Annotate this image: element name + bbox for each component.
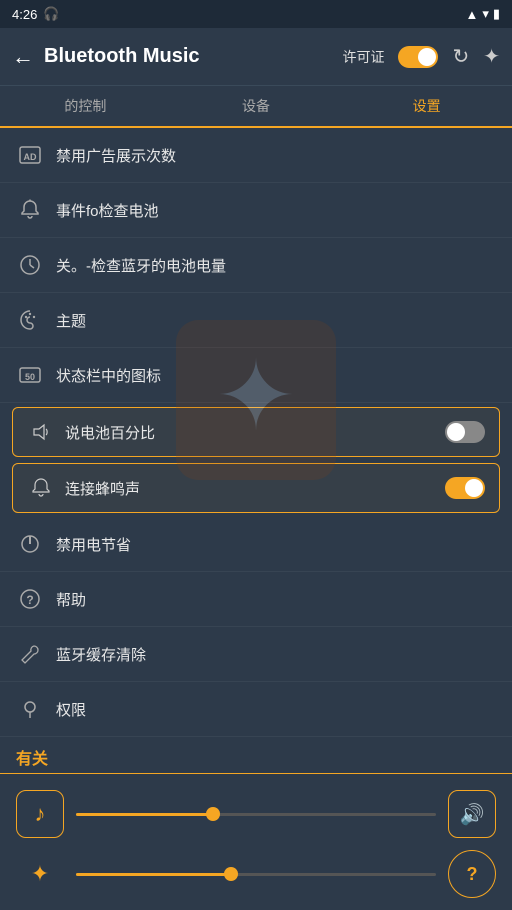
top-right-controls: 许可证 ↻ ✦ bbox=[342, 44, 500, 69]
speaker-icon bbox=[27, 418, 55, 446]
about-section: 有关 4.2版 开发magdelphi bbox=[0, 737, 512, 773]
statusbar-icon: 50 bbox=[16, 361, 44, 389]
setting-item-permissions[interactable]: 权限 bbox=[0, 682, 512, 737]
bluetooth-thumb[interactable] bbox=[224, 867, 238, 881]
ad-icon: AD bbox=[16, 141, 44, 169]
volume-icon: 🔊 bbox=[460, 802, 485, 827]
music-note-icon: ♪ bbox=[35, 801, 46, 827]
bluetooth-header-icon[interactable]: ✦ bbox=[483, 44, 500, 69]
headphone-icon: 🎧 bbox=[43, 6, 59, 22]
svg-text:?: ? bbox=[26, 593, 33, 607]
setting-text-power-save: 禁用电节省 bbox=[56, 534, 496, 555]
setting-text-permissions: 权限 bbox=[56, 699, 496, 720]
help-circle-icon: ? bbox=[467, 864, 478, 885]
svg-text:AD: AD bbox=[24, 152, 37, 162]
setting-item-battery[interactable]: 关。-检查蓝牙的电池电量 bbox=[0, 238, 512, 293]
battery-icon: ▮ bbox=[493, 6, 500, 22]
setting-text-cache: 蓝牙缓存清除 bbox=[56, 644, 496, 665]
status-bar: 4:26 🎧 ▲ ▾ ▮ bbox=[0, 0, 512, 28]
music-note-button[interactable]: ♪ bbox=[16, 790, 64, 838]
setting-item-ads[interactable]: AD 禁用广告展示次数 bbox=[0, 128, 512, 183]
wrench-icon bbox=[16, 640, 44, 668]
setting-item-theme[interactable]: 主题 bbox=[0, 293, 512, 348]
setting-item-event[interactable]: 事件fo检查电池 bbox=[0, 183, 512, 238]
bottom-player: ♪ 🔊 ✦ ? bbox=[0, 773, 512, 910]
setting-text-ads: 禁用广告展示次数 bbox=[56, 145, 496, 166]
volume-row: ♪ 🔊 bbox=[16, 790, 496, 838]
tab-devices[interactable]: 设备 bbox=[171, 86, 342, 126]
volume-fill bbox=[76, 813, 213, 816]
clock-icon bbox=[16, 251, 44, 279]
help-button[interactable]: ? bbox=[448, 850, 496, 898]
toggle-label-battery-pct: 说电池百分比 bbox=[65, 422, 445, 443]
back-button[interactable]: ← bbox=[12, 44, 34, 70]
bluetooth-fill bbox=[76, 873, 231, 876]
tab-settings[interactable]: 设置 bbox=[341, 86, 512, 126]
tab-controls[interactable]: 的控制 bbox=[0, 86, 171, 126]
help-icon: ? bbox=[16, 585, 44, 613]
palette-icon bbox=[16, 306, 44, 334]
setting-text-help: 帮助 bbox=[56, 589, 496, 610]
top-bar: ← Bluetooth Music 许可证 ↻ ✦ bbox=[0, 28, 512, 86]
power-icon bbox=[16, 530, 44, 558]
toggle-row-battery-pct: 说电池百分比 bbox=[12, 407, 500, 457]
toggle-connect-beep[interactable] bbox=[445, 477, 485, 499]
toggle-row-connect-beep: 连接蜂鸣声 bbox=[12, 463, 500, 513]
license-toggle[interactable] bbox=[398, 46, 438, 68]
volume-track bbox=[76, 813, 436, 816]
setting-item-power-save[interactable]: 禁用电节省 bbox=[0, 517, 512, 572]
volume-button[interactable]: 🔊 bbox=[448, 790, 496, 838]
toggle-battery-pct[interactable] bbox=[445, 421, 485, 443]
bluetooth-player-icon: ✦ bbox=[16, 850, 64, 898]
page-title: Bluetooth Music bbox=[44, 45, 332, 68]
setting-text-theme: 主题 bbox=[56, 310, 496, 331]
setting-item-cache[interactable]: 蓝牙缓存清除 bbox=[0, 627, 512, 682]
license-label: 许可证 bbox=[342, 47, 384, 67]
refresh-icon[interactable]: ↻ bbox=[452, 44, 469, 69]
bell2-icon bbox=[27, 474, 55, 502]
setting-item-statusbar[interactable]: 50 状态栏中的图标 bbox=[0, 348, 512, 403]
wifi-icon: ▾ bbox=[482, 6, 489, 22]
volume-thumb[interactable] bbox=[206, 807, 220, 821]
pin-icon bbox=[16, 695, 44, 723]
setting-text-statusbar: 状态栏中的图标 bbox=[56, 365, 496, 386]
tab-bar: 的控制 设备 设置 bbox=[0, 86, 512, 128]
status-time: 4:26 bbox=[12, 7, 37, 22]
setting-item-help[interactable]: ? 帮助 bbox=[0, 572, 512, 627]
bluetooth-track bbox=[76, 873, 436, 876]
about-title: 有关 bbox=[16, 745, 496, 769]
setting-text-event: 事件fo检查电池 bbox=[56, 200, 496, 221]
signal-icon: ▲ bbox=[465, 7, 478, 22]
volume-slider-container[interactable] bbox=[76, 813, 436, 816]
status-icons: ▲ ▾ ▮ bbox=[465, 6, 500, 22]
svg-text:50: 50 bbox=[25, 372, 35, 382]
bluetooth-row: ✦ ? bbox=[16, 850, 496, 898]
settings-list: AD 禁用广告展示次数 事件fo检查电池 关。-检查蓝牙的电池电量 bbox=[0, 128, 512, 773]
bell-icon bbox=[16, 196, 44, 224]
toggle-label-connect-beep: 连接蜂鸣声 bbox=[65, 478, 445, 499]
bluetooth-slider-container[interactable] bbox=[76, 873, 436, 876]
setting-text-battery: 关。-检查蓝牙的电池电量 bbox=[56, 255, 496, 276]
